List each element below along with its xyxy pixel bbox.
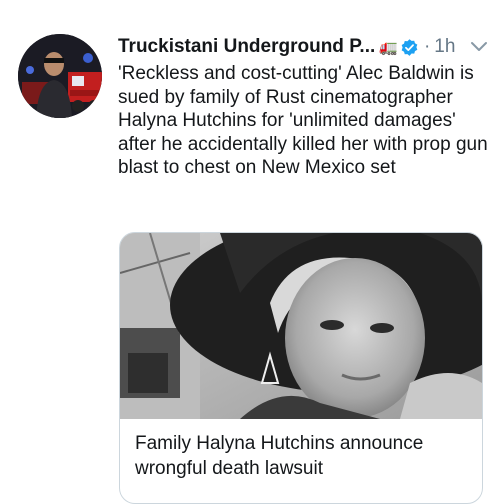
card-photo <box>120 233 482 419</box>
avatar-image <box>18 34 102 118</box>
tweet-timestamp[interactable]: 1h <box>434 36 455 58</box>
separator-dot: · <box>423 36 431 57</box>
link-card[interactable]: Family Halyna Hutchins announce wrongful… <box>119 232 483 504</box>
avatar[interactable] <box>18 34 102 118</box>
tweet-header: Truckistani Underground P... 🚛 · 1h <box>118 34 490 60</box>
chevron-down-icon[interactable] <box>469 40 489 54</box>
verified-badge-icon <box>400 38 419 57</box>
truck-emoji: 🚛 <box>379 39 398 56</box>
tweet[interactable]: Truckistani Underground P... 🚛 · 1h 'Rec… <box>0 0 500 504</box>
tweet-text: 'Reckless and cost-cutting' Alec Baldwin… <box>118 63 488 178</box>
author-name[interactable]: Truckistani Underground P... <box>118 36 375 58</box>
card-title[interactable]: Family Halyna Hutchins announce wrongful… <box>135 431 470 481</box>
